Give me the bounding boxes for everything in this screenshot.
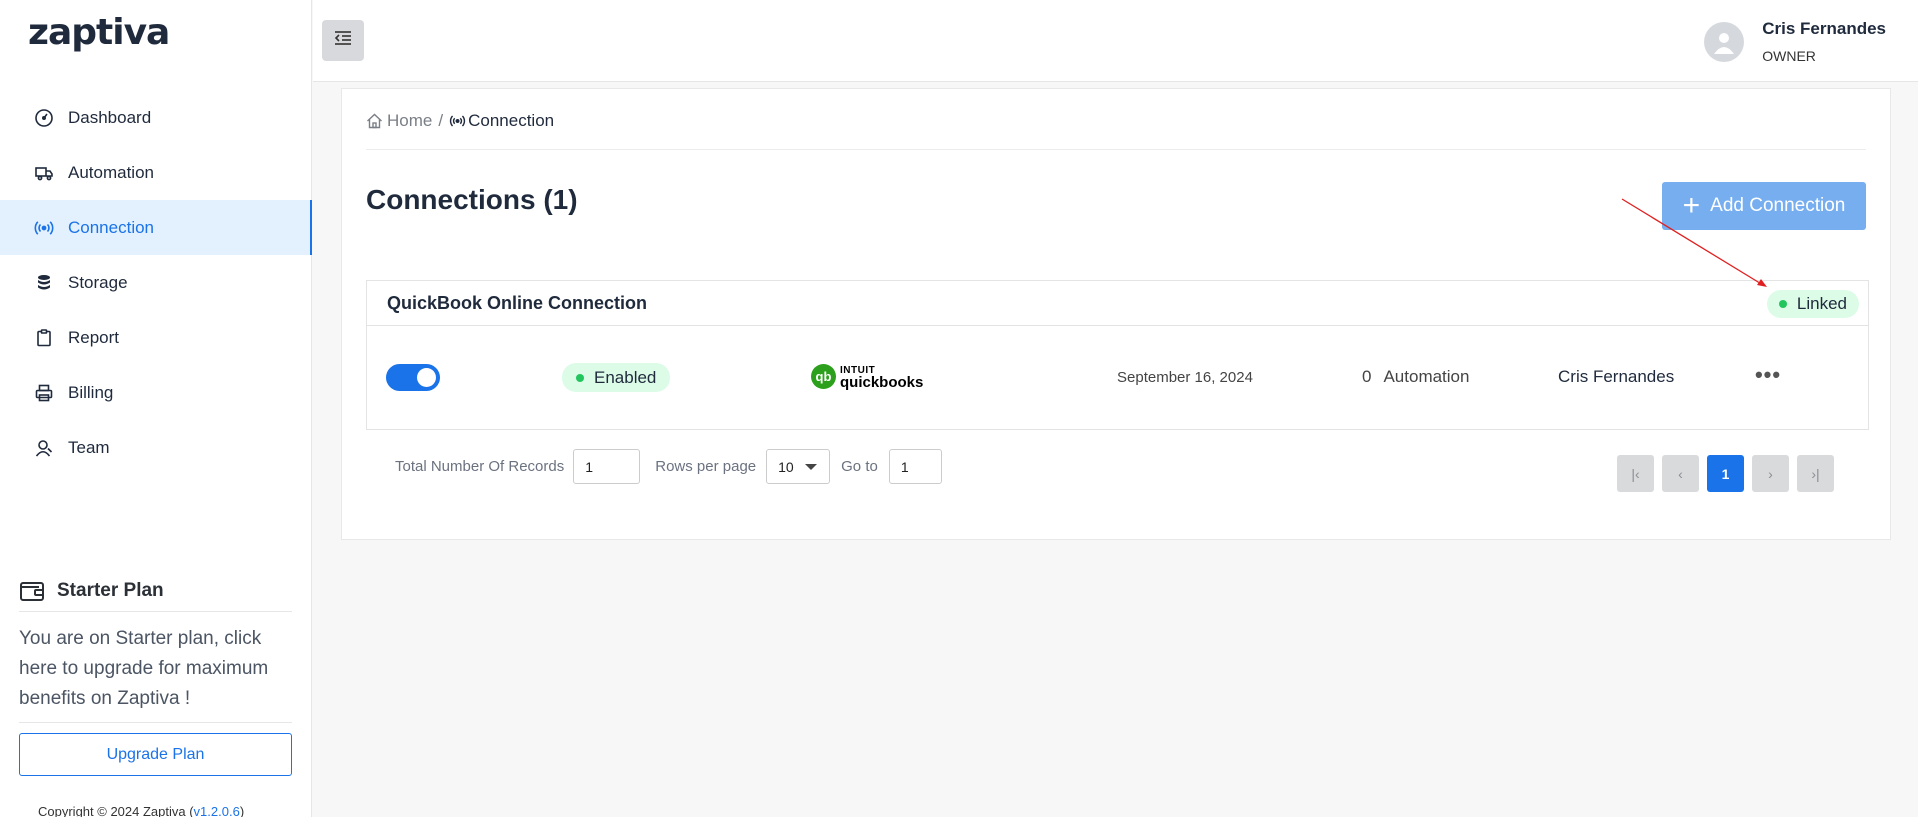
menu-collapse-icon (334, 30, 352, 51)
enabled-status-label: Enabled (594, 367, 657, 387)
connection-name: QuickBook Online Connection (387, 292, 648, 313)
sidebar-item-dashboard[interactable]: Dashboard (0, 90, 312, 145)
user-icon (34, 438, 54, 458)
connection-item: QuickBook Online Connection Linked Enabl… (366, 280, 1869, 430)
topbar: Cris Fernandes OWNER (313, 0, 1918, 82)
user-role: OWNER (1762, 48, 1816, 64)
plan-header: Starter Plan (19, 578, 292, 612)
sidebar-toggle-button[interactable] (322, 20, 364, 61)
breadcrumb-separator: / (438, 111, 444, 130)
plan-description[interactable]: You are on Starter plan, click here to u… (19, 624, 292, 723)
status-dot-icon (1778, 300, 1787, 308)
status-dot-icon (576, 373, 584, 382)
previous-page-icon[interactable]: ‹ (1662, 455, 1699, 492)
broadcast-icon (449, 113, 466, 129)
sidebar-nav: Dashboard Automation Connection Storage … (0, 90, 312, 475)
quickbooks-mark-icon: qb (811, 364, 836, 389)
sidebar-item-label: Team (68, 437, 110, 457)
database-icon (34, 273, 54, 293)
automation-count-label: Automation (1383, 367, 1470, 386)
last-page-icon[interactable]: ›| (1797, 455, 1834, 492)
version-link[interactable]: v1.2.0.6 (194, 804, 240, 817)
truck-icon (34, 163, 54, 183)
first-page-icon[interactable]: |‹ (1617, 455, 1654, 492)
sidebar-item-storage[interactable]: Storage (0, 255, 312, 310)
breadcrumb-home[interactable]: Home (387, 111, 432, 131)
sidebar-item-automation[interactable]: Automation (0, 145, 312, 200)
sidebar-item-connection[interactable]: Connection (0, 200, 312, 255)
more-options-icon[interactable]: ••• (1748, 360, 1788, 390)
logo-text: zaptiva (28, 12, 170, 53)
go-to-label: Go to (841, 458, 878, 475)
plus-icon: + (1682, 189, 1701, 222)
rows-per-page-select[interactable]: 10 (766, 449, 831, 484)
add-connection-button[interactable]: + Add Connection (1662, 182, 1866, 230)
sidebar-item-billing[interactable]: Billing (0, 365, 312, 420)
next-page-icon[interactable]: › (1752, 455, 1789, 492)
breadcrumb: Home / Connection (366, 111, 554, 131)
page-1-button[interactable]: 1 (1707, 455, 1744, 492)
user-name: Cris Fernandes (1762, 19, 1886, 38)
user-profile[interactable]: Cris Fernandes OWNER (1704, 16, 1886, 64)
page-navigation: |‹ ‹ 1 › ›| (1609, 455, 1834, 492)
copyright: Copyright © 2024 Zaptiva (v1.2.0.6) (38, 804, 244, 817)
broadcast-icon (34, 218, 54, 238)
connections-card: Home / Connection Connections (1) + Add … (341, 88, 1891, 540)
divider (366, 149, 1866, 150)
logo-quickbooks-text: quickbooks (840, 373, 924, 391)
sidebar-item-label: Storage (68, 272, 128, 292)
automation-count[interactable]: 0 Automation (1362, 367, 1469, 387)
zaptiva-logo[interactable]: zaptiva (28, 12, 170, 53)
sidebar-item-label: Connection (68, 217, 155, 237)
total-records-label: Total Number Of Records (395, 458, 565, 475)
sidebar-item-label: Billing (68, 382, 114, 402)
rows-per-page-value: 10 (778, 458, 794, 475)
pagination-controls: Total Number Of Records Rows per page 10… (395, 449, 942, 484)
chevron-down-icon (805, 463, 818, 470)
upgrade-plan-button[interactable]: Upgrade Plan (19, 733, 292, 776)
connection-toggle[interactable] (386, 364, 440, 391)
plan-card: Starter Plan You are on Starter plan, cl… (19, 578, 292, 776)
connection-owner: Cris Fernandes (1558, 367, 1675, 386)
sidebar: zaptiva Dashboard Automation Connection … (0, 0, 312, 817)
printer-icon (34, 383, 54, 403)
add-connection-label: Add Connection (1710, 195, 1846, 216)
connection-row: Enabled qb INTUIT quickbooks September 1… (367, 326, 1868, 430)
copyright-suffix: ) (239, 804, 245, 817)
quickbooks-logo: qb INTUIT quickbooks (811, 364, 924, 391)
sidebar-item-label: Automation (68, 162, 154, 182)
plan-title: Starter Plan (57, 579, 164, 601)
home-icon (366, 113, 383, 129)
linked-status-label: Linked (1796, 294, 1847, 313)
toggle-knob (417, 368, 436, 387)
sidebar-item-label: Report (68, 327, 120, 347)
sidebar-item-team[interactable]: Team (0, 420, 312, 475)
page-title: Connections (1) (366, 184, 578, 215)
rows-per-page-label: Rows per page (655, 458, 757, 475)
sidebar-item-report[interactable]: Report (0, 310, 312, 365)
connection-header: QuickBook Online Connection Linked (367, 281, 1868, 326)
total-records-field[interactable] (573, 449, 641, 484)
linked-status-badge: Linked (1766, 290, 1859, 318)
wallet-icon (19, 579, 45, 603)
avatar (1704, 22, 1745, 62)
go-to-page-field[interactable] (888, 449, 942, 484)
gauge-icon (34, 108, 54, 128)
automation-count-value: 0 (1362, 367, 1372, 386)
sidebar-item-label: Dashboard (68, 107, 152, 127)
clipboard-icon (34, 328, 54, 348)
breadcrumb-current: Connection (468, 111, 555, 130)
connection-date: September 16, 2024 (1117, 369, 1253, 386)
enabled-status-badge: Enabled (562, 363, 671, 392)
copyright-text: Copyright © 2024 Zaptiva ( (38, 804, 194, 817)
